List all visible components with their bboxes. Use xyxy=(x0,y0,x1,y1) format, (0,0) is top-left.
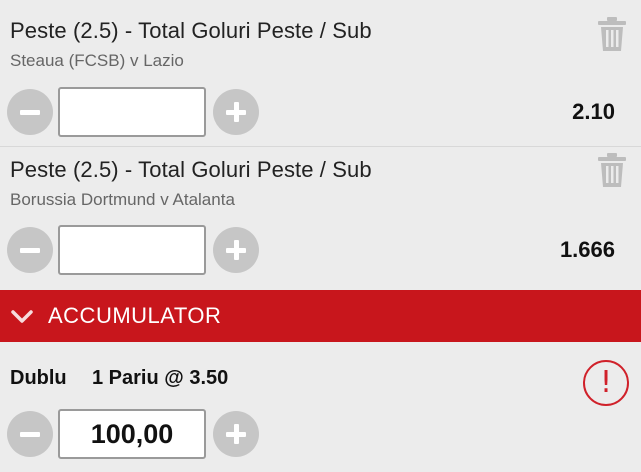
plus-icon xyxy=(226,240,246,260)
stake-input[interactable] xyxy=(58,225,206,275)
accumulator-stake-input[interactable]: 100,00 xyxy=(58,409,206,459)
bet-summary: 1 Pariu @ 3.50 xyxy=(92,367,229,389)
market-name: Peste (2.5) - Total Goluri Peste / Sub xyxy=(10,157,372,182)
decrease-stake-button[interactable] xyxy=(7,227,53,273)
bet-selection: Peste (2.5) - Total Goluri Peste / Sub B… xyxy=(0,0,641,289)
decrease-stake-button[interactable] xyxy=(7,411,53,457)
bet-type: Dublu xyxy=(10,367,67,389)
increase-stake-button[interactable] xyxy=(213,227,259,273)
plus-icon xyxy=(226,424,246,444)
event-name: Borussia Dortmund v Atalanta xyxy=(10,190,235,209)
minus-icon xyxy=(20,247,40,253)
alert-icon[interactable]: ! xyxy=(583,360,629,406)
minus-icon xyxy=(20,431,40,437)
increase-stake-button[interactable] xyxy=(213,411,259,457)
chevron-down-icon xyxy=(10,306,34,326)
trash-icon[interactable] xyxy=(597,152,627,188)
accumulator-label: ACCUMULATOR xyxy=(48,303,222,328)
odds-value: 1.666 xyxy=(559,237,615,262)
accumulator-header[interactable]: ACCUMULATOR xyxy=(0,290,641,342)
